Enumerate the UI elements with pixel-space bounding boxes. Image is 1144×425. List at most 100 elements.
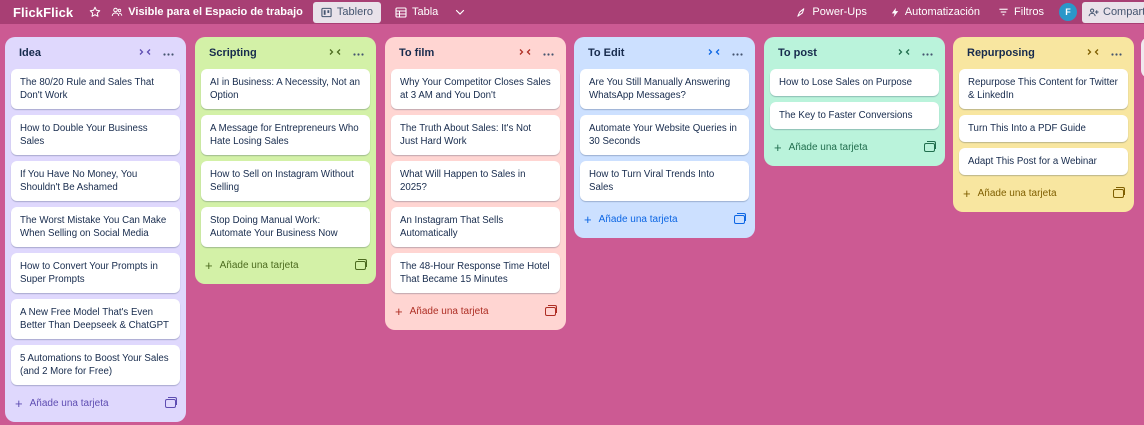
card[interactable]: The Truth About Sales: It's Not Just Har… — [391, 115, 560, 155]
list-header[interactable]: To film — [391, 37, 560, 69]
card-template-icon[interactable] — [924, 140, 936, 152]
add-card-label: Añade una tarjeta — [219, 259, 299, 271]
card[interactable]: How to Convert Your Prompts in Super Pro… — [11, 253, 180, 293]
card[interactable]: A Message for Entrepreneurs Who Hate Los… — [201, 115, 370, 155]
list-title[interactable]: To post — [778, 47, 817, 59]
card[interactable]: How to Turn Viral Trends Into Sales — [580, 161, 749, 201]
list-idea[interactable]: Idea The 80/20 Rule and Sales That Don't … — [5, 37, 186, 422]
list-header[interactable]: Repurposing — [959, 37, 1128, 69]
list-title[interactable]: To Edit — [588, 47, 624, 59]
add-card-button[interactable]: + Añade una tarjeta — [205, 259, 299, 272]
card[interactable]: Are You Still Manually Answering WhatsAp… — [580, 69, 749, 109]
card-title: If You Have No Money, You Shouldn't Be A… — [20, 169, 138, 193]
card[interactable]: Why Your Competitor Closes Sales at 3 AM… — [391, 69, 560, 109]
list-tools — [898, 47, 933, 59]
list-header[interactable]: To post — [770, 37, 939, 69]
list-header[interactable]: To Edit — [580, 37, 749, 69]
list-title[interactable]: Scripting — [209, 47, 257, 59]
card[interactable]: The Key to Faster Conversions — [770, 102, 939, 129]
filters-button[interactable]: Filtros — [998, 6, 1044, 18]
card[interactable]: The 80/20 Rule and Sales That Don't Work — [11, 69, 180, 109]
card[interactable]: The 48-Hour Response Time Hotel That Bec… — [391, 253, 560, 293]
tab-table-label: Tabla — [411, 6, 439, 18]
add-card-label: Añade una tarjeta — [977, 187, 1057, 199]
card[interactable]: An Instagram That Sells Automatically — [391, 207, 560, 247]
collapse-list-icon[interactable] — [898, 47, 910, 59]
list-tools — [708, 47, 743, 59]
list-title[interactable]: Idea — [19, 47, 41, 59]
add-card-button[interactable]: + Añade una tarjeta — [584, 213, 678, 226]
more-options-icon[interactable] — [922, 47, 933, 59]
list-tools — [329, 47, 364, 59]
automation-button[interactable]: Automatización — [890, 6, 980, 18]
card-title: 5 Automations to Boost Your Sales (and 2… — [20, 353, 169, 377]
card[interactable]: How to Double Your Business Sales — [11, 115, 180, 155]
card[interactable]: A New Free Model That's Even Better Than… — [11, 299, 180, 339]
card[interactable]: How to Lose Sales on Purpose — [770, 69, 939, 96]
card-title: How to Double Your Business Sales — [20, 123, 148, 147]
star-icon[interactable] — [89, 6, 101, 18]
collapse-list-icon[interactable] — [708, 47, 720, 59]
add-card-button[interactable]: + Añade una tarjeta — [15, 397, 109, 410]
list-header[interactable]: Idea — [11, 37, 180, 69]
list-to-post[interactable]: To post How to Lose Sales on Purpose The K… — [764, 37, 945, 166]
list-to-film[interactable]: To film Why Your Competitor Closes Sales … — [385, 37, 566, 330]
card[interactable]: Adapt This Post for a Webinar — [959, 148, 1128, 175]
card-template-icon[interactable] — [545, 304, 557, 316]
card-template-icon[interactable] — [1113, 186, 1125, 198]
card-title: AI in Business: A Necessity, Not an Opti… — [210, 77, 361, 101]
collapse-list-icon[interactable] — [329, 47, 341, 59]
more-options-icon[interactable] — [1111, 47, 1122, 59]
card[interactable]: The Worst Mistake You Can Make When Sell… — [11, 207, 180, 247]
list-header[interactable]: Scripting — [201, 37, 370, 69]
visibility-button[interactable]: Visible para el Espacio de trabajo — [111, 6, 303, 18]
add-card-row: + Añade una tarjeta — [201, 253, 370, 277]
card[interactable]: Turn This Into a PDF Guide — [959, 115, 1128, 142]
powerups-button[interactable]: Power-Ups — [796, 6, 867, 18]
card-title: A Message for Entrepreneurs Who Hate Los… — [210, 123, 359, 147]
card-template-icon[interactable] — [355, 258, 367, 270]
card-title: How to Sell on Instagram Without Selling — [210, 169, 354, 193]
list-repurposing[interactable]: Repurposing Repurpose This Content for Tw… — [953, 37, 1134, 212]
list-to-edit[interactable]: To Edit Are You Still Manually Answering … — [574, 37, 755, 238]
share-icon — [1088, 7, 1099, 18]
add-card-button[interactable]: + Añade una tarjeta — [395, 305, 489, 318]
card-template-icon[interactable] — [734, 212, 746, 224]
card[interactable]: Stop Doing Manual Work: Automate Your Bu… — [201, 207, 370, 247]
avatar[interactable]: F — [1059, 3, 1077, 21]
people-icon — [111, 6, 123, 18]
add-card-button[interactable]: + Añade una tarjeta — [774, 141, 868, 154]
card[interactable]: AI in Business: A Necessity, Not an Opti… — [201, 69, 370, 109]
list-scripting[interactable]: Scripting AI in Business: A Necessity, No… — [195, 37, 376, 284]
plus-icon: + — [395, 303, 403, 319]
collapse-list-icon[interactable] — [139, 47, 151, 59]
card[interactable]: How to Sell on Instagram Without Selling — [201, 161, 370, 201]
share-button[interactable]: Compartir — [1082, 1, 1144, 23]
card[interactable]: Automate Your Website Queries in 30 Seco… — [580, 115, 749, 155]
add-card-row: + Añade una tarjeta — [11, 391, 180, 415]
tab-board-view[interactable]: Tablero — [312, 1, 381, 23]
card[interactable]: If You Have No Money, You Shouldn't Be A… — [11, 161, 180, 201]
card-template-icon[interactable] — [165, 396, 177, 408]
card[interactable]: 5 Automations to Boost Your Sales (and 2… — [11, 345, 180, 385]
tab-table-view[interactable]: Tabla — [395, 6, 438, 18]
list-tools — [139, 47, 174, 59]
card[interactable]: Repurpose This Content for Twitter & Lin… — [959, 69, 1128, 109]
more-options-icon[interactable] — [543, 47, 554, 59]
add-card-button[interactable]: + Añade una tarjeta — [963, 187, 1057, 200]
card-title: Adapt This Post for a Webinar — [968, 156, 1097, 167]
plus-icon: + — [963, 185, 971, 201]
collapse-list-icon[interactable] — [1087, 47, 1099, 59]
list-title[interactable]: Repurposing — [967, 47, 1035, 59]
collapse-list-icon[interactable] — [519, 47, 531, 59]
list-tools — [519, 47, 554, 59]
chevron-down-icon[interactable] — [454, 6, 466, 18]
more-options-icon[interactable] — [732, 47, 743, 59]
more-options-icon[interactable] — [353, 47, 364, 59]
card-title: The 80/20 Rule and Sales That Don't Work — [20, 77, 154, 101]
card-title: The Worst Mistake You Can Make When Sell… — [20, 215, 167, 239]
card[interactable]: What Will Happen to Sales in 2025? — [391, 161, 560, 201]
more-options-icon[interactable] — [163, 47, 174, 59]
board-title[interactable]: FlickFlick — [13, 5, 73, 20]
list-title[interactable]: To film — [399, 47, 434, 59]
